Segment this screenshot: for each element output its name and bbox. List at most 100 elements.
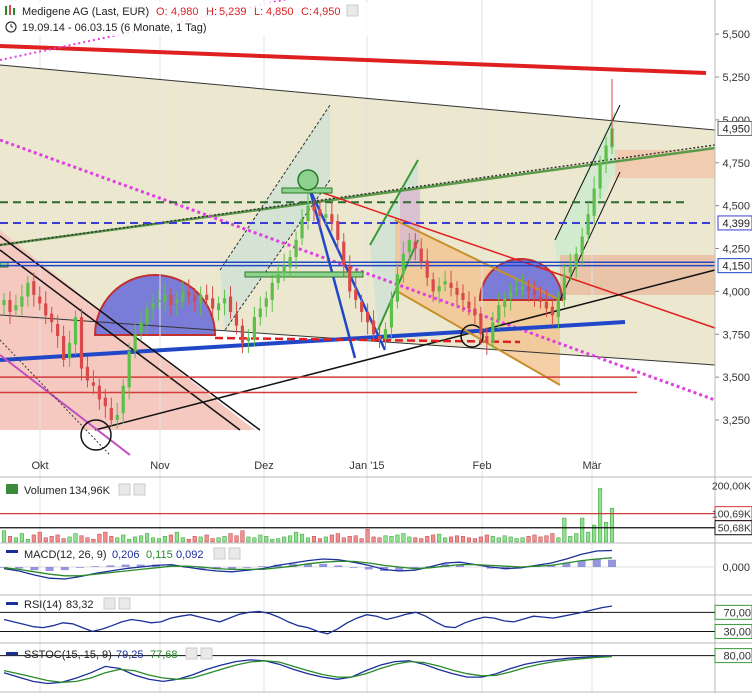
chart-stage: OktNovDezJan '15FebMär 5,7505,5005,2505,…: [0, 0, 752, 693]
volume-bar: [407, 536, 412, 543]
y-tick-label: 4,500: [722, 201, 750, 213]
candle-body: [258, 308, 262, 318]
volume-bar: [216, 537, 221, 543]
volume-bar: [538, 536, 543, 543]
candle-body: [211, 298, 215, 309]
macd-histogram-bar: [243, 567, 252, 568]
candle-body: [425, 260, 429, 278]
volume-bar: [526, 536, 531, 543]
candle-body: [544, 301, 549, 309]
candle-body: [133, 334, 137, 352]
candle-body: [187, 291, 191, 297]
y-tick-label: 5,500: [722, 29, 750, 41]
macd-histogram-bar: [45, 567, 54, 571]
candle-body: [38, 296, 42, 304]
volume-bar: [156, 538, 162, 543]
volume-title: Volumen: [24, 485, 67, 497]
volume-bar: [97, 533, 102, 543]
close-icon[interactable]: [228, 547, 241, 560]
volume-bar: [496, 537, 501, 543]
candle-body: [264, 298, 268, 307]
settings-icon[interactable]: [103, 597, 116, 610]
marker-circle-top: [297, 169, 319, 191]
volume-bar: [466, 537, 471, 543]
candle-body: [97, 385, 101, 400]
volume-bar: [61, 538, 66, 543]
candle-body: [115, 414, 119, 420]
volume-bar: [389, 536, 394, 543]
y-tick-label: 4,250: [722, 244, 750, 256]
candle-body: [312, 205, 316, 211]
low-label: L:: [254, 6, 263, 18]
candle-body: [366, 311, 370, 323]
candle-body: [568, 265, 572, 273]
x-tick-label: Nov: [150, 460, 170, 472]
candle-body: [455, 287, 459, 295]
volume-bar: [383, 535, 388, 543]
volume-bar: [228, 533, 233, 543]
candle-body: [538, 296, 543, 302]
volume-bar: [276, 538, 281, 543]
candle-body: [216, 303, 221, 311]
volume-bar: [7, 536, 13, 543]
volume-bar: [37, 531, 42, 543]
volume-bar: [520, 537, 525, 543]
settings-icon[interactable]: [346, 4, 359, 17]
candle-body: [127, 351, 131, 388]
candle-body: [252, 317, 256, 340]
volume-bar: [49, 536, 54, 543]
volume-bar: [550, 533, 555, 543]
candle-body: [300, 219, 304, 239]
volume-bar: [544, 535, 549, 543]
candle-body: [520, 286, 525, 290]
candle-body: [604, 145, 608, 162]
candle-body: [228, 296, 233, 312]
close-icon[interactable]: [118, 597, 131, 610]
candle-body: [574, 253, 578, 268]
close-icon[interactable]: [200, 647, 213, 660]
candle-body: [330, 214, 334, 223]
candle-body: [503, 298, 507, 307]
candle-body: [491, 322, 495, 343]
macd-histogram-bar: [106, 565, 115, 567]
sstoc-title: SSTOC(15, 15, 9): [24, 649, 112, 661]
candle-body: [169, 294, 173, 306]
volume-bar: [115, 537, 120, 543]
candle-body: [389, 299, 394, 328]
macd-histogram-bar: [15, 567, 24, 569]
rsi-title: RSI(14): [24, 599, 62, 611]
close-value: 4,950: [313, 6, 341, 18]
high-label: H:: [206, 6, 217, 18]
candle-body: [526, 286, 531, 292]
volume-bar: [305, 537, 311, 543]
candle-body: [413, 241, 417, 249]
volume-bar: [359, 538, 364, 543]
candle-body: [336, 221, 340, 240]
candle-body: [515, 287, 519, 290]
volume-bar: [192, 536, 197, 543]
volume-bar: [85, 537, 90, 543]
candle-body: [199, 294, 203, 304]
volume-bar: [365, 529, 370, 543]
candle-body: [222, 298, 227, 304]
candle-body: [240, 325, 245, 343]
volume-bar: [174, 531, 179, 543]
close-icon[interactable]: [133, 483, 146, 496]
volume-tick-label: 100,69K: [712, 509, 751, 521]
volume-bar: [437, 533, 442, 543]
volume-bar: [419, 538, 424, 543]
candle-body: [580, 236, 584, 254]
settings-icon[interactable]: [118, 483, 131, 496]
volume-bar: [294, 531, 299, 543]
candle-body: [56, 323, 60, 336]
macd-histogram-bar: [121, 564, 130, 567]
settings-icon[interactable]: [185, 647, 198, 660]
settings-icon[interactable]: [213, 547, 226, 560]
close-label: C:: [301, 6, 312, 18]
volume-bar: [252, 537, 257, 543]
macd-histogram-bar: [592, 559, 601, 567]
candle-body: [193, 294, 197, 302]
candle-body: [50, 313, 54, 323]
candle-body: [532, 289, 537, 295]
candle-body: [395, 274, 400, 302]
